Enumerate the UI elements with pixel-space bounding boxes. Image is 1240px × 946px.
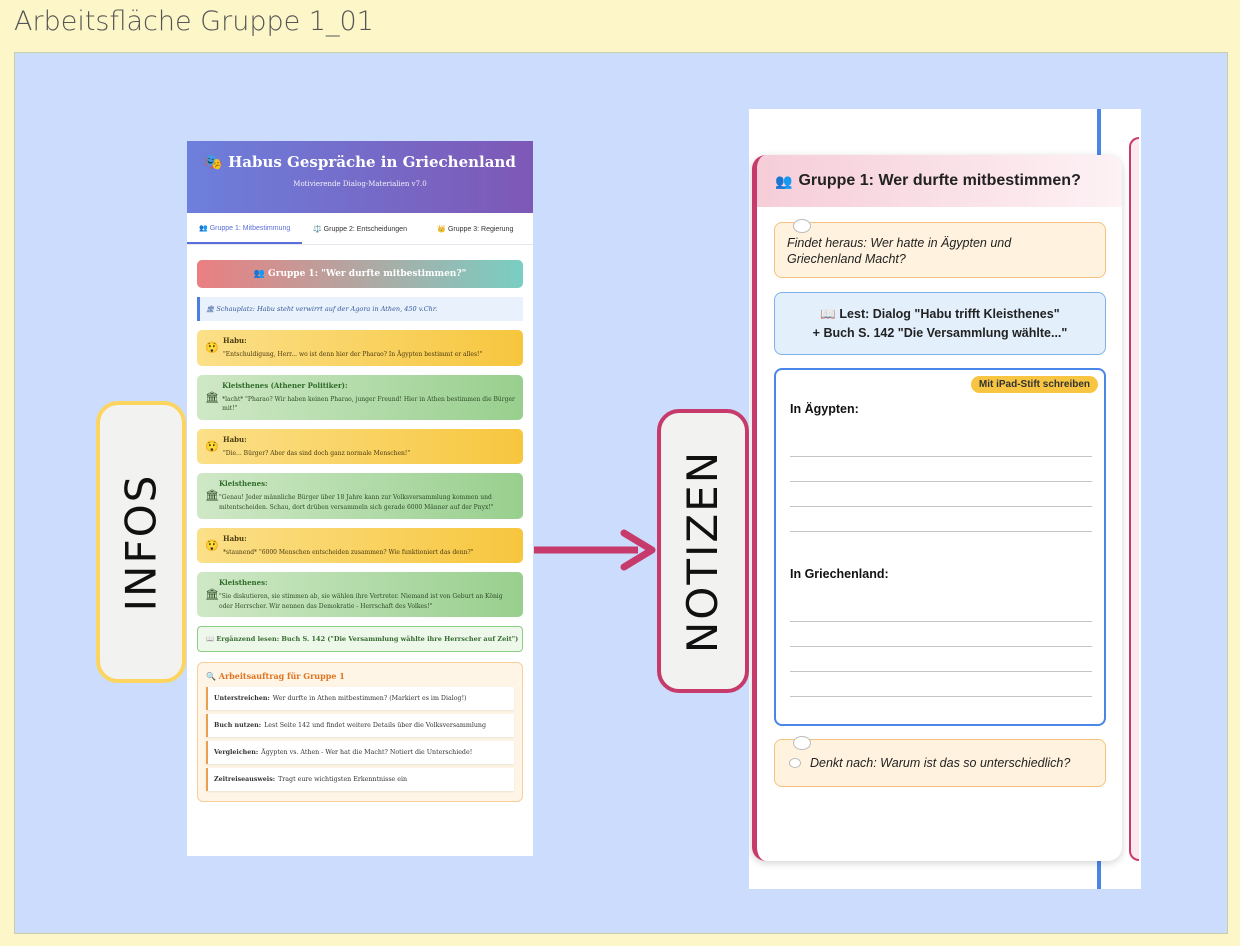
task-box: 🔍 Arbeitsauftrag für Gruppe 1 Unterstrei… [197,662,523,803]
speaker-name: Habu: [223,336,247,345]
writing-line [790,621,1092,622]
dialog-bubble-habu: 😲 Habu: "Entschuldigung, Herr... wo ist d… [197,330,523,366]
task-item: Unterstreichen: Wer durfte in Athen mitbe… [206,687,514,711]
dialog-text: "Sie diskutieren, sie stimmen ab, sie wä… [218,593,503,610]
dialog-text: *lacht* "Pharao? Wir haben keinen Pharao… [222,395,515,413]
reading-line-1: 📖 Lest: Dialog "Habu trifft Kleisthenes" [820,307,1060,322]
surprised-face-icon: 😲 [205,341,219,355]
group-title: 👥 Gruppe 1: "Wer durfte mitbestimmen?" [197,260,523,288]
scene-note: 🏛 Schauplatz: Habu steht verwirrt auf de… [197,297,523,321]
reading-instruction-box: 📖 Lest: Dialog "Habu trifft Kleisthenes"… [774,292,1106,355]
theater-icon: 🎭 [204,153,223,171]
dialog-text: *staunend* "6000 Menschen entscheiden zu… [223,548,474,556]
reflection-text: Denkt nach: Warum ist das so unterschied… [810,756,1071,770]
thought-bubble-icon [789,758,801,768]
group-icon: 👥 [775,172,793,189]
thought-bubble-icon [793,736,811,750]
speaker-name: Habu: [223,434,247,444]
speaker-name: Habu: [223,533,247,543]
tab-gruppe-3[interactable]: 👑 Gruppe 3: Regierung [418,213,533,244]
thought-bubble-icon [793,219,811,233]
task-item: Vergleichen: Ägypten vs. Athen - Wer hat … [206,741,514,765]
canvas-board[interactable]: 🎭 Habus Gespräche in Griechenland Motivi… [14,52,1228,934]
ipad-pen-badge: Mit iPad-Stift schreiben [970,376,1098,393]
group-tabs: 👥 Gruppe 1: Mitbestimmung ⚖️ Gruppe 2: E… [187,213,533,245]
temple-icon: 🏛 [205,489,219,503]
task-item: Buch nutzen: Lest Seite 142 und findet we… [206,714,514,738]
prompt-box: Findet heraus: Wer hatte in Ägypten und … [774,219,1106,278]
infos-label[interactable]: INFOS [96,401,186,683]
notizen-label-text: NOTIZEN [678,449,728,653]
infos-document[interactable]: 🎭 Habus Gespräche in Griechenland Motivi… [187,141,533,856]
speaker-name: Kleisthenes: [218,578,268,588]
task-heading: 🔍 Arbeitsauftrag für Gruppe 1 [206,671,345,682]
writing-line [790,456,1092,457]
notizen-document-frame[interactable]: 👥 Gruppe 1: Wer durfte mitbestimmen? Fin… [749,109,1141,889]
dialog-bubble-kleisthenes: 🏛 Kleisthenes (Athener Politiker): *lacht… [197,374,523,420]
notizen-label[interactable]: NOTIZEN [657,409,749,693]
surprised-face-icon: 😲 [205,440,219,454]
writing-line [790,646,1092,647]
dialog-bubble-kleisthenes: 🏛 Kleisthenes: "Sie diskutieren, sie stim… [197,572,523,618]
dialog-text: "Genau! Jeder männliche Bürger über 18 J… [218,494,494,511]
arrow-connector[interactable] [534,527,660,573]
greece-label: In Griechenland: [790,567,889,581]
doc-header: 🎭 Habus Gespräche in Griechenland Motivi… [187,141,533,213]
dialog-text: "Entschuldigung, Herr... wo ist denn hie… [223,351,483,358]
writing-line [790,671,1092,672]
speaker-name: Kleisthenes: [218,479,268,489]
writing-line [790,506,1092,507]
page-title: Arbeitsfläche Gruppe 1_01 [14,6,374,37]
task-item: Zeitreiseausweis: Tragt eure wichtigsten … [206,768,514,792]
temple-icon: 🏛 [205,588,219,602]
dialog-bubble-habu: 😲 Habu: "Die... Bürger? Aber das sind doc… [197,428,523,465]
doc-title: 🎭 Habus Gespräche in Griechenland [204,153,516,171]
notes-title: Gruppe 1: Wer durfte mitbestimmen? [798,172,1081,189]
notes-header: 👥 Gruppe 1: Wer durfte mitbestimmen? [757,155,1122,207]
tab-gruppe-1[interactable]: 👥 Gruppe 1: Mitbestimmung [187,213,303,244]
extra-reading-note: 📖 Ergänzend lesen: Buch S. 142 ("Die Ver… [197,626,523,653]
notizen-document[interactable]: 👥 Gruppe 1: Wer durfte mitbestimmen? Fin… [752,155,1122,861]
dialog-text: "Die... Bürger? Aber das sind doch ganz … [223,449,411,457]
infos-label-text: INFOS [116,473,166,611]
egypt-label: In Ägypten: [790,402,859,416]
doc-subtitle: Motivierende Dialog-Materialien v7.0 [293,180,427,188]
reading-line-2: + Buch S. 142 "Die Versammlung wählte...… [812,325,1068,340]
temple-icon: 🏛 [205,390,219,404]
writing-line [790,696,1092,697]
dialog-bubble-habu: 😲 Habu: *staunend* "6000 Menschen entsche… [197,527,523,564]
reflection-box: Denkt nach: Warum ist das so unterschied… [774,736,1106,787]
writing-area[interactable]: Mit iPad-Stift schreiben In Ägypten: In … [774,368,1106,726]
writing-line [790,481,1092,482]
writing-line [790,531,1092,532]
surprised-face-icon: 😲 [205,538,219,552]
dialog-bubble-kleisthenes: 🏛 Kleisthenes: "Genau! Jeder männliche Bü… [197,473,523,519]
speaker-name: Kleisthenes (Athener Politiker): [222,380,348,390]
tab-gruppe-2[interactable]: ⚖️ Gruppe 2: Entscheidungen [302,213,417,244]
